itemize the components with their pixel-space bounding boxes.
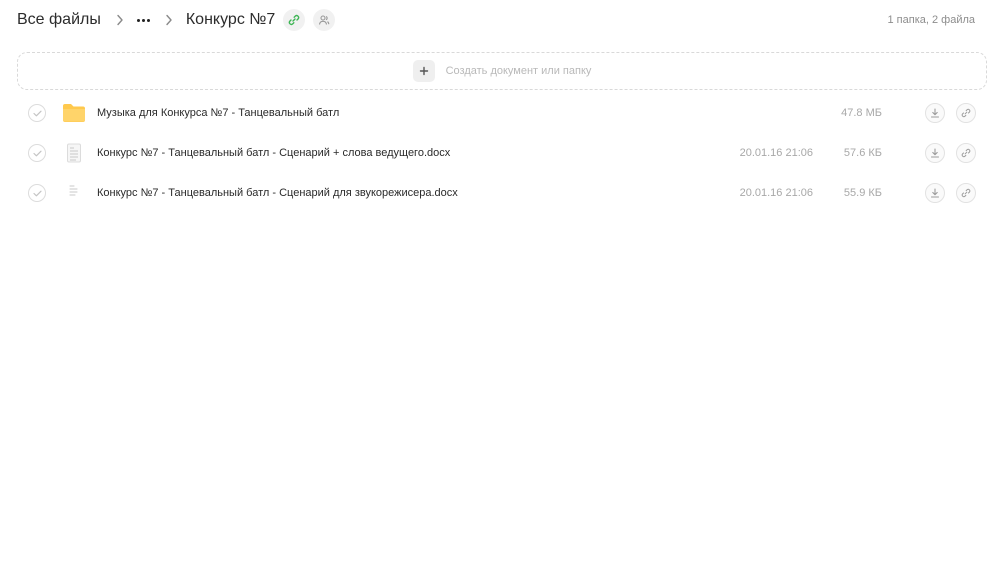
create-document-or-folder-button[interactable]: Создать документ или папку [17,52,987,90]
download-icon[interactable] [925,103,945,123]
file-list: Музыка для Конкурса №7 - Танцевальный ба… [0,93,1000,213]
file-date: 20.01.16 21:06 [739,187,813,199]
folder-summary: 1 папка, 2 файла [887,14,975,26]
file-date: 20.01.16 21:06 [739,147,813,159]
file-name[interactable]: Музыка для Конкурса №7 - Танцевальный ба… [97,93,339,133]
get-link-icon[interactable] [956,103,976,123]
file-row-document[interactable]: Конкурс №7 - Танцевальный батл - Сценари… [0,173,1000,213]
file-row-folder[interactable]: Музыка для Конкурса №7 - Танцевальный ба… [0,93,1000,133]
folder-icon [62,101,86,125]
breadcrumb-more-icon[interactable] [136,12,150,28]
share-link-icon[interactable] [283,9,306,31]
document-icon [62,141,86,165]
share-users-icon[interactable] [313,9,336,31]
select-checkbox[interactable] [28,104,46,122]
file-size: 47.8 МБ [841,107,882,119]
breadcrumb-current-folder: Конкурс №7 [185,11,276,28]
select-checkbox[interactable] [28,184,46,202]
document-icon [62,181,86,205]
create-label: Создать документ или папку [445,65,592,77]
chevron-right-icon [163,12,175,28]
file-size: 57.6 КБ [843,147,882,159]
plus-icon [412,60,435,82]
download-icon[interactable] [925,143,945,163]
chevron-right-icon [114,12,126,28]
file-size: 55.9 КБ [843,187,882,199]
get-link-icon[interactable] [956,183,976,203]
file-name[interactable]: Конкурс №7 - Танцевальный батл - Сценари… [97,173,458,213]
header: Все файлы Конкурс №7 1 папка, 2 файла [17,6,975,34]
select-checkbox[interactable] [28,144,46,162]
download-icon[interactable] [925,183,945,203]
file-name[interactable]: Конкурс №7 - Танцевальный батл - Сценари… [97,133,450,173]
get-link-icon[interactable] [956,143,976,163]
file-row-document[interactable]: Конкурс №7 - Танцевальный батл - Сценари… [0,133,1000,173]
breadcrumb-all-files[interactable]: Все файлы [17,11,101,29]
